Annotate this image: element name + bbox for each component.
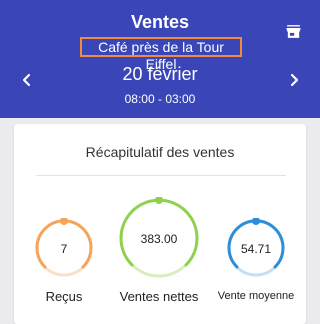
- metric-net-sales[interactable]: 383.00 Ventes nettes: [118, 197, 200, 304]
- date-label: 20 février: [122, 64, 198, 84]
- app-header: Ventes Café près de la Tour Eiffel 20 fé…: [0, 0, 320, 118]
- average-sale-value: 54.71: [240, 242, 272, 256]
- average-sale-label: Vente moyenne: [217, 290, 295, 302]
- sales-summary-card: Récapitulatif des ventes 7 Reçus 383.00 …: [14, 124, 306, 324]
- store-name[interactable]: Café près de la Tour Eiffel: [80, 37, 242, 72]
- chevron-right-icon[interactable]: [288, 73, 300, 87]
- store-icon[interactable]: [285, 23, 302, 40]
- hours-label: 08:00 - 03:00: [124, 92, 196, 106]
- metric-average-sale[interactable]: 54.71 Vente moyenne: [218, 218, 294, 302]
- receipts-value: 7: [60, 242, 68, 256]
- page-title: Ventes: [130, 12, 190, 32]
- metric-receipts[interactable]: 7 Reçus: [34, 218, 94, 304]
- net-sales-label: Ventes nettes: [119, 289, 199, 304]
- card-title: Récapitulatif des ventes: [85, 144, 235, 160]
- net-sales-value: 383.00: [140, 232, 178, 246]
- divider: [36, 175, 286, 176]
